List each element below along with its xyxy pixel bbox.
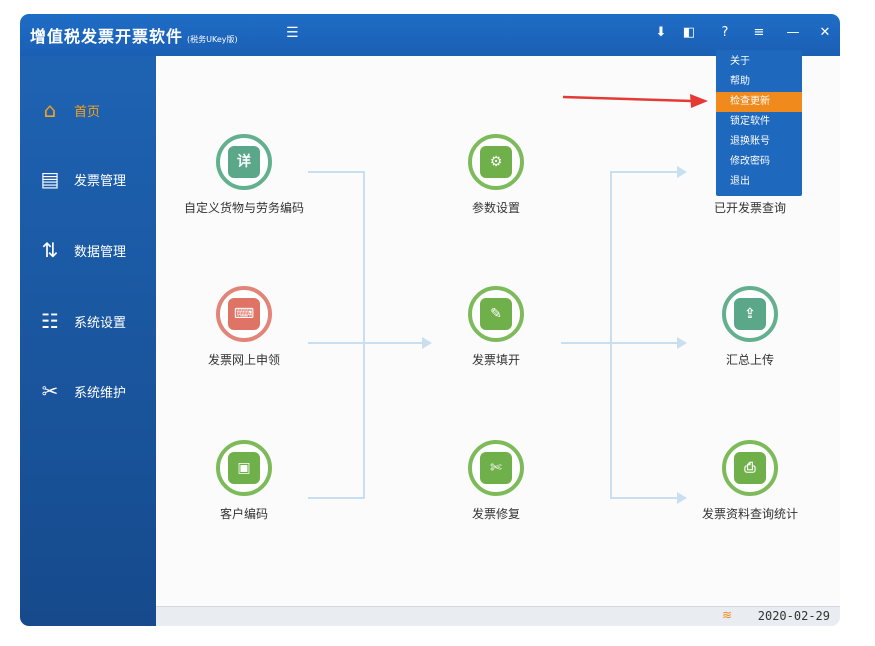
sidebar-item-label: 首页 [74,105,101,120]
node-upload[interactable]: ⇪ 汇总上传 [670,286,830,396]
goods-code-icon: 详 [216,134,272,190]
node-label: 发票填开 [471,353,520,367]
status-bar: ≋ 2020-02-29 [156,606,840,626]
node-online-apply[interactable]: ⌨ 发票网上申领 [164,286,324,396]
node-repair[interactable]: ✄ 发票修复 [416,440,576,550]
sidebar-item-system-maintenance[interactable]: ✂ 系统维护 [20,371,156,411]
main-menu-dropdown: 关于 帮助 检查更新 锁定软件 退换账号 修改密码 退出 [716,50,802,196]
node-label: 已开发票查询 [713,201,786,215]
node-label: 发票资料查询统计 [701,507,798,521]
node-fill-invoice[interactable]: ✎ 发票填开 [416,286,576,396]
customer-code-icon: ▣ [216,440,272,496]
fill-invoice-icon: ✎ [468,286,524,342]
home-icon: ⌂ [43,98,57,122]
app-window: 增值税发票开票软件 (税务UKey版) ☰ ⬇ ◧ ? ≡ — ✕ ⌂ 首页 ▤ … [20,14,840,626]
node-params[interactable]: ⚙ 参数设置 [416,134,576,244]
sidebar-item-label: 数据管理 [74,245,127,260]
menu-icon[interactable]: ≡ [748,21,770,45]
printer-icon: ▤ [40,167,60,191]
stats-icon: ⎙ [722,440,778,496]
node-stats[interactable]: ⎙ 发票资料查询统计 [670,440,830,550]
upload-icon: ⇪ [722,286,778,342]
node-goods-code[interactable]: 详 自定义货物与劳务编码 [164,134,324,244]
sidebar: ⌂ 首页 ▤ 发票管理 ⇅ 数据管理 ☷ 系统设置 ✂ 系统维护 [20,56,156,626]
settings-icon: ☷ [41,309,59,333]
node-label: 参数设置 [471,201,520,215]
collapse-menu-icon[interactable]: ☰ [286,25,299,41]
data-icon: ⇅ [41,238,59,262]
sidebar-item-invoice-management[interactable]: ▤ 发票管理 [20,159,156,199]
sidebar-item-label: 发票管理 [74,174,127,189]
menu-item-switch-account[interactable]: 退换账号 [716,132,802,152]
lock-icon[interactable]: ◧ [678,21,700,45]
app-subtitle: (税务UKey版) [187,35,238,44]
app-title: 增值税发票开票软件 (税务UKey版) [30,27,238,46]
tools-icon: ✂ [41,379,59,403]
node-label: 发票网上申领 [207,353,280,367]
download-icon[interactable]: ⬇ [650,21,672,45]
sidebar-item-system-settings[interactable]: ☷ 系统设置 [20,301,156,341]
node-label: 汇总上传 [725,353,774,367]
close-icon[interactable]: ✕ [814,21,836,45]
sidebar-item-label: 系统维护 [74,386,127,401]
sidebar-item-home[interactable]: ⌂ 首页 [20,90,156,130]
status-date: 2020-02-29 [757,609,830,623]
menu-item-exit[interactable]: 退出 [716,172,802,192]
repair-icon: ✄ [468,440,524,496]
sidebar-item-data-management[interactable]: ⇅ 数据管理 [20,230,156,270]
node-label: 发票修复 [471,507,520,521]
minimize-icon[interactable]: — [782,21,804,45]
menu-item-change-password[interactable]: 修改密码 [716,152,802,172]
node-customer-code[interactable]: ▣ 客户编码 [164,440,324,550]
online-apply-icon: ⌨ [216,286,272,342]
node-label: 自定义货物与劳务编码 [183,201,304,215]
menu-item-lock-software[interactable]: 锁定软件 [716,112,802,132]
network-icon: ≋ [721,608,732,622]
menu-item-help[interactable]: 帮助 [716,72,802,92]
node-label: 客户编码 [219,507,268,521]
help-icon[interactable]: ? [714,21,736,45]
menu-item-check-update[interactable]: 检查更新 [716,92,802,112]
menu-item-about[interactable]: 关于 [716,52,802,72]
sidebar-item-label: 系统设置 [74,316,127,331]
params-icon: ⚙ [468,134,524,190]
